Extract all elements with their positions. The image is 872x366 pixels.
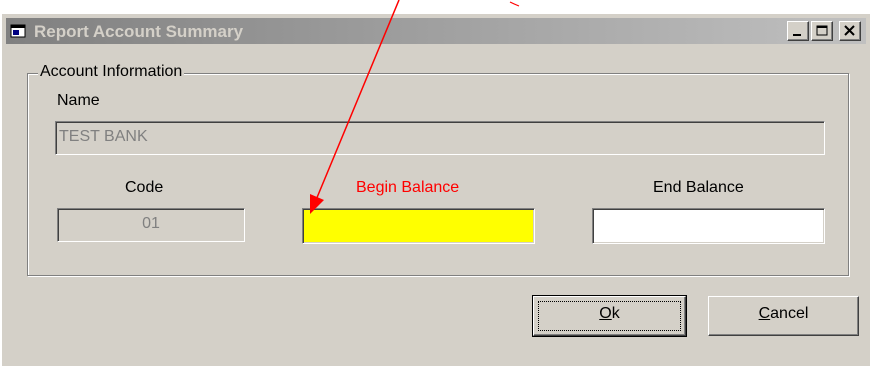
end-balance-field[interactable] — [592, 208, 825, 244]
account-info-group — [27, 73, 849, 276]
minimize-button[interactable] — [787, 21, 809, 41]
annotation-mark — [509, 1, 520, 7]
begin-balance-field[interactable] — [302, 208, 535, 244]
window-title: Report Account Summary — [34, 22, 244, 41]
end-balance-label: End Balance — [653, 179, 744, 196]
cancel-label-rest: ancel — [770, 305, 809, 322]
cancel-mnemonic: C — [758, 305, 771, 322]
account-info-group-label: Account Information — [38, 63, 185, 81]
maximize-button[interactable] — [811, 21, 833, 41]
name-field[interactable]: TEST BANK — [55, 121, 825, 155]
name-label: Name — [57, 92, 100, 109]
dialog-window-icon — [10, 23, 26, 39]
maximize-icon — [816, 25, 828, 36]
ok-button-focus-rect — [538, 301, 681, 331]
begin-balance-label: Begin Balance — [356, 179, 460, 196]
name-value: TEST BANK — [59, 128, 148, 145]
minimize-icon — [793, 34, 801, 36]
code-field[interactable]: 01 — [57, 208, 245, 242]
code-value: 01 — [142, 215, 160, 232]
close-icon — [844, 25, 855, 36]
code-label: Code — [125, 179, 164, 196]
ok-button[interactable]: Ok — [532, 295, 687, 337]
close-button[interactable] — [839, 21, 861, 41]
cancel-button[interactable]: Cancel — [708, 296, 859, 336]
